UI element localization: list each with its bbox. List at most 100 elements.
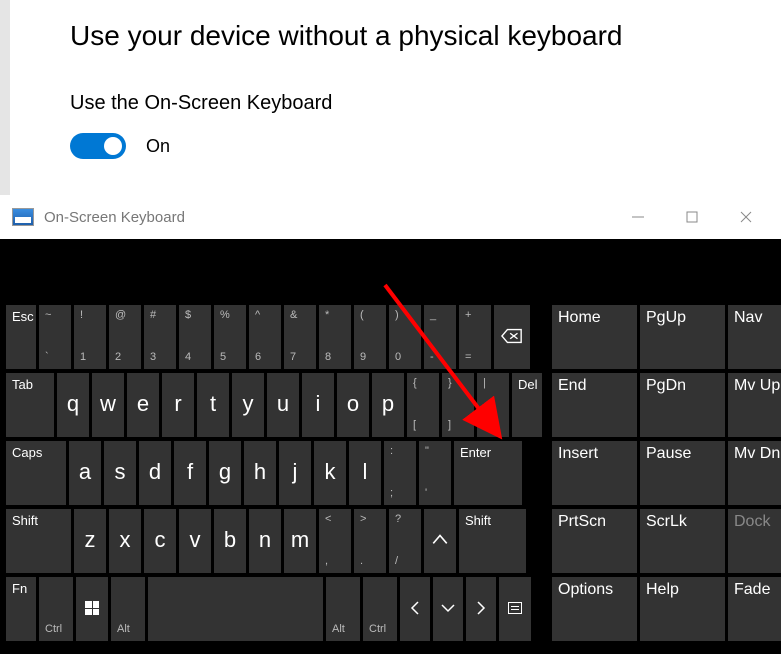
key-0[interactable]: )0 — [389, 305, 421, 369]
key-pgdn[interactable]: PgDn — [640, 373, 725, 437]
key-c[interactable]: c — [144, 509, 176, 573]
key-fn[interactable]: Fn — [6, 577, 36, 641]
key-5[interactable]: %5 — [214, 305, 246, 369]
key-ctrl-right[interactable]: Ctrl — [363, 577, 397, 641]
key-caps[interactable]: Caps — [6, 441, 66, 505]
key-shift-right[interactable]: Shift — [459, 509, 526, 573]
key-9[interactable]: (9 — [354, 305, 386, 369]
key-tab[interactable]: Tab — [6, 373, 54, 437]
side-key-grid: HomePgUpNav EndPgDnMv Up InsertPauseMv Dn P… — [552, 305, 781, 645]
key--[interactable]: _- — [424, 305, 456, 369]
key-i[interactable]: i — [302, 373, 334, 437]
minimize-button[interactable] — [611, 195, 665, 239]
main-key-grid: Esc ~`!1@2#3$4%5^6&7*8(9)0_-+= Tab qwert… — [6, 305, 542, 645]
key-space[interactable] — [148, 577, 323, 641]
page-title: Use your device without a physical keybo… — [70, 20, 623, 52]
osk-app-icon — [12, 208, 34, 226]
key-options[interactable]: Options — [552, 577, 637, 641]
key-w[interactable]: w — [92, 373, 124, 437]
key-pause[interactable]: Pause — [640, 441, 725, 505]
key-g[interactable]: g — [209, 441, 241, 505]
key-arrow-up[interactable] — [424, 509, 456, 573]
key-scrlk[interactable]: ScrLk — [640, 509, 725, 573]
key-punct[interactable]: >. — [354, 509, 386, 573]
key-r[interactable]: r — [162, 373, 194, 437]
key-esc[interactable]: Esc — [6, 305, 36, 369]
key-shift-left[interactable]: Shift — [6, 509, 71, 573]
key-enter[interactable]: Enter — [454, 441, 522, 505]
key-dock[interactable]: Dock — [728, 509, 781, 573]
key-l[interactable]: l — [349, 441, 381, 505]
key-u[interactable]: u — [267, 373, 299, 437]
key-home[interactable]: Home — [552, 305, 637, 369]
toggle-state-text: On — [146, 136, 170, 157]
key-prtscn[interactable]: PrtScn — [552, 509, 637, 573]
key-d[interactable]: d — [139, 441, 171, 505]
titlebar[interactable]: On-Screen Keyboard — [0, 195, 781, 239]
key-f[interactable]: f — [174, 441, 206, 505]
key-n[interactable]: n — [249, 509, 281, 573]
key-o[interactable]: o — [337, 373, 369, 437]
key-arrow-left[interactable] — [400, 577, 430, 641]
osk-window: On-Screen Keyboard Esc ~`!1@2#3$4%5^6&7*… — [0, 195, 781, 654]
windows-icon — [85, 601, 99, 615]
key-e[interactable]: e — [127, 373, 159, 437]
settings-panel: Use your device without a physical keybo… — [70, 20, 623, 159]
key-3[interactable]: #3 — [144, 305, 176, 369]
key-2[interactable]: @2 — [109, 305, 141, 369]
key-insert[interactable]: Insert — [552, 441, 637, 505]
osk-toggle[interactable] — [70, 133, 126, 159]
key-punct[interactable]: <, — [319, 509, 351, 573]
key-del[interactable]: Del — [512, 373, 542, 437]
toggle-label: Use the On-Screen Keyboard — [70, 92, 623, 115]
window-title: On-Screen Keyboard — [44, 209, 185, 226]
key-arrow-down[interactable] — [433, 577, 463, 641]
key-punct[interactable]: :; — [384, 441, 416, 505]
key-mv-dn[interactable]: Mv Dn — [728, 441, 781, 505]
key-][interactable]: }] — [442, 373, 474, 437]
key-h[interactable]: h — [244, 441, 276, 505]
key-pgup[interactable]: PgUp — [640, 305, 725, 369]
key-t[interactable]: t — [197, 373, 229, 437]
key-arrow-right[interactable] — [466, 577, 496, 641]
key-y[interactable]: y — [232, 373, 264, 437]
key-8[interactable]: *8 — [319, 305, 351, 369]
key-\[interactable]: |\ — [477, 373, 509, 437]
key-ctrl-left[interactable]: Ctrl — [39, 577, 73, 641]
key-v[interactable]: v — [179, 509, 211, 573]
key-help[interactable]: Help — [640, 577, 725, 641]
key-punct[interactable]: ?/ — [389, 509, 421, 573]
key-4[interactable]: $4 — [179, 305, 211, 369]
key-b[interactable]: b — [214, 509, 246, 573]
key-7[interactable]: &7 — [284, 305, 316, 369]
menu-icon — [508, 602, 522, 614]
key-alt-right[interactable]: Alt — [326, 577, 360, 641]
key-6[interactable]: ^6 — [249, 305, 281, 369]
key-alt-left[interactable]: Alt — [111, 577, 145, 641]
key-x[interactable]: x — [109, 509, 141, 573]
key-`[interactable]: ~` — [39, 305, 71, 369]
key-m[interactable]: m — [284, 509, 316, 573]
key-1[interactable]: !1 — [74, 305, 106, 369]
key-=[interactable]: += — [459, 305, 491, 369]
key-end[interactable]: End — [552, 373, 637, 437]
key-[[interactable]: {[ — [407, 373, 439, 437]
close-button[interactable] — [719, 195, 773, 239]
key-p[interactable]: p — [372, 373, 404, 437]
key-k[interactable]: k — [314, 441, 346, 505]
sidebar-edge — [0, 0, 10, 195]
key-punct[interactable]: "' — [419, 441, 451, 505]
key-j[interactable]: j — [279, 441, 311, 505]
key-z[interactable]: z — [74, 509, 106, 573]
maximize-button[interactable] — [665, 195, 719, 239]
osk-body: Esc ~`!1@2#3$4%5^6&7*8(9)0_-+= Tab qwert… — [0, 239, 781, 654]
key-s[interactable]: s — [104, 441, 136, 505]
key-mv-up[interactable]: Mv Up — [728, 373, 781, 437]
key-menu[interactable] — [499, 577, 531, 641]
key-fade[interactable]: Fade — [728, 577, 781, 641]
key-windows[interactable] — [76, 577, 108, 641]
key-nav[interactable]: Nav — [728, 305, 781, 369]
key-backspace[interactable] — [494, 305, 530, 369]
key-a[interactable]: a — [69, 441, 101, 505]
key-q[interactable]: q — [57, 373, 89, 437]
